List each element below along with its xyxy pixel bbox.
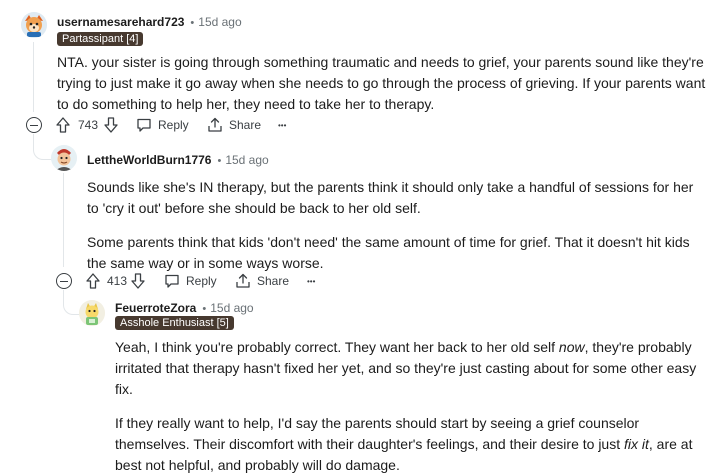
downvote-icon: [131, 273, 145, 289]
more-options-button[interactable]: •••: [307, 270, 315, 292]
timestamp[interactable]: 15d ago: [225, 153, 268, 167]
share-label: Share: [257, 274, 290, 288]
burn-avatar-icon: [51, 145, 77, 171]
emphasis-text: fix it: [624, 436, 649, 452]
username[interactable]: usernamesarehard723: [57, 15, 184, 29]
share-button[interactable]: Share: [235, 270, 289, 292]
downvote-button[interactable]: [104, 114, 118, 136]
reply-label: Reply: [158, 118, 189, 132]
comment-paragraph: Sounds like she's IN therapy, but the pa…: [87, 179, 694, 216]
upvote-icon: [86, 273, 100, 289]
reply-button[interactable]: Reply: [136, 114, 189, 136]
comment-body: NTA. your sister is going through someth…: [57, 52, 707, 115]
thread-line-1: [33, 42, 34, 112]
more-options-icon: •••: [307, 276, 316, 286]
timestamp[interactable]: 15d ago: [198, 15, 241, 29]
separator-dot: •: [217, 155, 222, 167]
share-button[interactable]: Share: [207, 114, 261, 136]
reply-icon: [165, 274, 179, 288]
upvote-button[interactable]: [56, 114, 70, 136]
user-flair: Asshole Enthusiast [5]: [115, 316, 234, 330]
comment-paragraph: NTA. your sister is going through someth…: [57, 54, 706, 112]
comment-actions: 413 Reply Share •••: [0, 270, 723, 292]
separator-dot: •: [202, 303, 207, 315]
avatar[interactable]: [51, 145, 77, 171]
comment-body: Sounds like she's IN therapy, but the pa…: [87, 177, 702, 274]
more-options-button[interactable]: •••: [278, 114, 286, 136]
comment-paragraph: Some parents think that kids 'don't need…: [87, 234, 690, 271]
timestamp[interactable]: 15d ago: [210, 301, 253, 315]
user-flair: Partassipant [4]: [57, 32, 144, 46]
downvote-icon: [104, 117, 118, 133]
more-options-icon: •••: [278, 120, 287, 130]
comment-actions: 743 Reply Share •••: [0, 114, 723, 136]
comment-paragraph: Yeah, I think you're probably correct. T…: [115, 337, 707, 400]
collapse-icon[interactable]: [26, 117, 42, 133]
upvote-button[interactable]: [86, 270, 100, 292]
comment-body: Yeah, I think you're probably correct. T…: [115, 337, 707, 476]
text-run: If they really want to help, I'd say the…: [115, 415, 640, 452]
text-run: Yeah, I think you're probably correct. T…: [115, 339, 559, 355]
share-icon: [236, 273, 250, 288]
thread-line-2: [63, 173, 64, 267]
avatar[interactable]: [79, 300, 105, 326]
upvote-icon: [56, 117, 70, 133]
zora-avatar-icon: [79, 300, 105, 326]
downvote-button[interactable]: [131, 270, 145, 292]
dog-avatar-icon: [21, 12, 47, 38]
username[interactable]: FeuerroteZora: [115, 301, 196, 315]
comment-paragraph: If they really want to help, I'd say the…: [115, 413, 707, 476]
vote-count: 743: [78, 118, 99, 132]
separator-dot: •: [190, 17, 195, 29]
username[interactable]: LettheWorldBurn1776: [87, 153, 211, 167]
reply-icon: [137, 118, 151, 132]
reply-button[interactable]: Reply: [164, 270, 217, 292]
avatar[interactable]: [21, 12, 47, 38]
emphasis-text: now: [558, 339, 585, 355]
collapse-icon[interactable]: [56, 273, 72, 289]
vote-count: 413: [107, 274, 128, 288]
reply-label: Reply: [186, 274, 217, 288]
share-icon: [208, 117, 222, 132]
share-label: Share: [229, 118, 262, 132]
